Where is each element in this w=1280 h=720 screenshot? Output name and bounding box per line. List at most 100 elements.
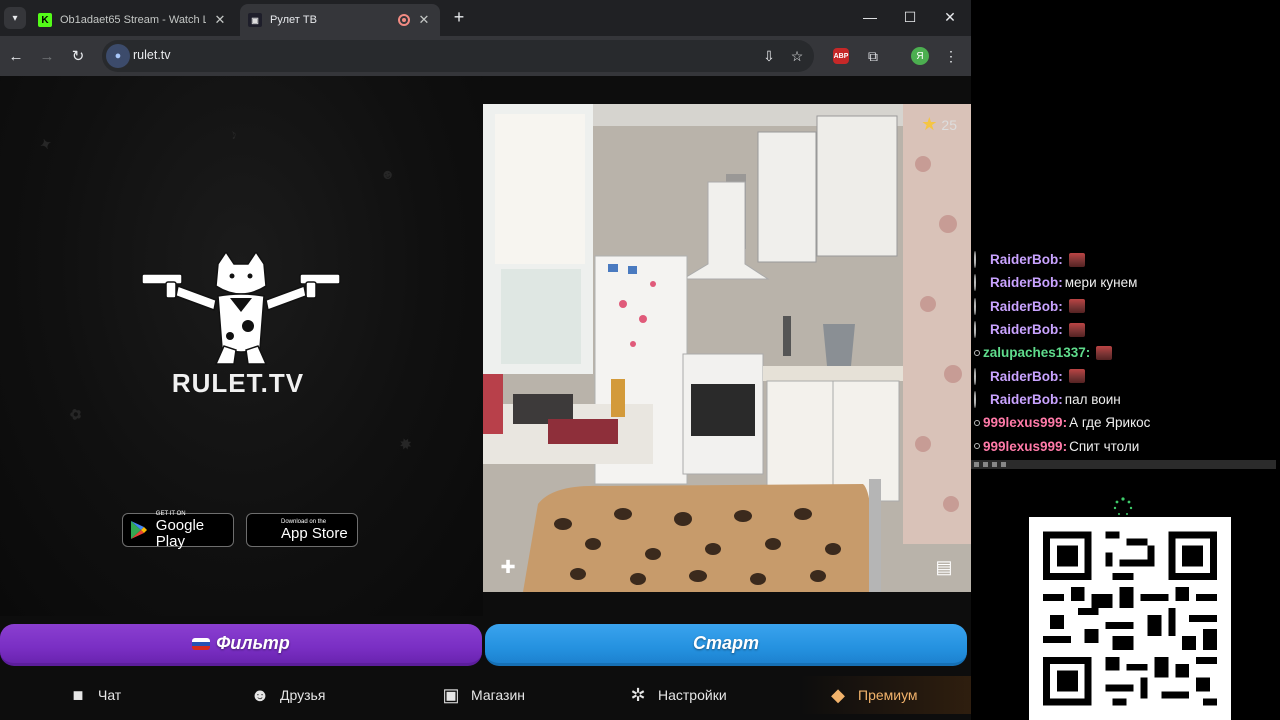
back-icon[interactable]: ←: [5, 45, 27, 67]
chat-message: RaiderBob:: [974, 295, 1274, 318]
strip-icon: [992, 462, 997, 467]
tab-search-button[interactable]: ▾: [4, 7, 26, 29]
new-tab-button[interactable]: +: [450, 8, 468, 26]
chat-message: RaiderBob:: [974, 318, 1274, 341]
emote-icon: [1068, 252, 1085, 267]
close-tab-icon[interactable]: ✕: [212, 12, 228, 28]
chat-username: zalupaches1337:: [983, 345, 1091, 361]
cat-with-guns-logo: [141, 252, 341, 365]
chat-badge-icon: [974, 251, 976, 269]
forward-icon[interactable]: →: [36, 45, 58, 67]
close-window-icon[interactable]: ✕: [938, 6, 962, 28]
chat-message: zalupaches1337:: [974, 341, 1274, 364]
browser-window: ▾ K Ob1adaet65 Stream - Watch Li ✕ ▣ Рул…: [0, 0, 971, 720]
nav-premium[interactable]: ◆ Премиум: [800, 676, 971, 714]
filter-button[interactable]: Фильтр: [0, 624, 482, 666]
address-bar[interactable]: ● rulet.tv ⇩ ☆: [102, 40, 814, 72]
qr-code: [1029, 517, 1231, 720]
chat-badge-icon: [974, 321, 976, 339]
tab-bar: ▾ K Ob1adaet65 Stream - Watch Li ✕ ▣ Рул…: [0, 0, 971, 36]
maximize-icon[interactable]: ☐: [898, 6, 922, 28]
friends-icon: ☻: [250, 684, 270, 705]
chat-username: 999lexus999:: [983, 438, 1068, 454]
strip-icon: [983, 462, 988, 467]
premium-tag-icon: ◆: [831, 684, 845, 705]
store-name: Google Play: [155, 516, 205, 550]
nav-shop[interactable]: ▣ Магазин: [441, 676, 525, 714]
strip-icon: [974, 462, 979, 467]
background-doodle: ✦: [37, 134, 54, 154]
chat-badge-icon: [974, 367, 976, 385]
chat-message: RaiderBob:: [974, 364, 1274, 387]
chat-badge-icon: [974, 274, 976, 292]
bottom-navigation: ■ Чат ☻ Друзья ▣ Магазин ✲ Настройки ◆ П…: [0, 676, 971, 714]
partner-video-feed: ★ 25 ✚ ▤: [483, 104, 971, 592]
chat-message: RaiderBob:: [974, 248, 1274, 271]
tab-kick-stream[interactable]: K Ob1adaet65 Stream - Watch Li ✕: [30, 4, 236, 36]
star-count: 25: [941, 116, 957, 133]
extensions-puzzle-icon[interactable]: ⧉: [862, 45, 884, 67]
chat-message: RaiderBob: пал воин: [974, 388, 1274, 411]
google-play-icon: [129, 519, 150, 541]
tab-title: Рулет ТВ: [270, 14, 317, 26]
browser-toolbar: ← → ↻ ● rulet.tv ⇩ ☆ ABP ⧉ Я ⋮: [0, 36, 971, 76]
close-tab-icon[interactable]: ✕: [416, 12, 432, 28]
chat-icon: ■: [72, 684, 84, 705]
app-store-button[interactable]: Download on the App Store: [246, 513, 358, 547]
bookmark-star-icon[interactable]: ☆: [786, 45, 808, 67]
hero-panel: ✦ ☻ ✿ ✸ ♪ RULET.TV GET IT ON Google Play…: [0, 76, 483, 616]
menu-kebab-icon[interactable]: ⋮: [940, 45, 962, 67]
kitchen-camera-image: [483, 104, 971, 592]
loading-spinner-icon: [1113, 497, 1133, 515]
rulet-icon: ▣: [248, 13, 262, 27]
chat-badge-icon: [974, 390, 976, 408]
reload-icon[interactable]: ↻: [67, 45, 89, 67]
background-doodle: ✸: [397, 434, 414, 454]
chat-username: RaiderBob:: [990, 252, 1063, 268]
filter-label: Фильтр: [216, 633, 290, 653]
chat-username: RaiderBob:: [990, 322, 1063, 338]
start-button[interactable]: Старт: [485, 624, 967, 666]
chat-text: пал воин: [1064, 391, 1121, 407]
url-text: rulet.tv: [133, 48, 171, 62]
chat-username: 999lexus999:: [983, 415, 1068, 431]
kick-icon: K: [38, 13, 52, 27]
russia-flag-icon: [192, 637, 211, 650]
start-label: Старт: [692, 633, 759, 653]
emote-icon: [1068, 369, 1085, 384]
minimize-icon[interactable]: —: [858, 6, 882, 28]
profile-avatar[interactable]: Я: [911, 47, 929, 65]
nav-friends[interactable]: ☻ Друзья: [250, 676, 326, 714]
chat-username: RaiderBob:: [990, 368, 1063, 384]
stream-chat: RaiderBob: RaiderBob: мери кунем RaiderB…: [974, 248, 1274, 458]
apple-icon: [253, 519, 275, 541]
chat-badge-icon: [974, 297, 976, 315]
star-icon: ★: [921, 114, 938, 134]
gift-icon[interactable]: ▤: [929, 552, 959, 582]
google-play-button[interactable]: GET IT ON Google Play: [122, 511, 234, 550]
tab-rulet-tv[interactable]: ▣ Рулет ТВ ✕: [240, 4, 440, 36]
logo-wordmark: RULET.TV: [171, 368, 305, 398]
chat-username: RaiderBob:: [990, 298, 1063, 314]
chat-input-strip: [971, 460, 1276, 469]
background-doodle: ☻: [377, 163, 398, 185]
gamepad-icon[interactable]: ✚: [493, 552, 523, 582]
chat-message: 999lexus999: А где Ярикос: [974, 411, 1274, 434]
shop-icon: ▣: [442, 684, 460, 705]
chat-username: RaiderBob:: [990, 275, 1063, 291]
rulet-page: ✦ ☻ ✿ ✸ ♪ RULET.TV GET IT ON Google Play…: [0, 76, 971, 720]
strip-icon: [1001, 462, 1006, 467]
nav-chat[interactable]: ■ Чат: [68, 676, 122, 714]
site-camera-icon[interactable]: ●: [106, 44, 130, 68]
chat-text: мери кунем: [1064, 275, 1138, 291]
nav-settings[interactable]: ✲ Настройки: [628, 676, 726, 714]
settings-icon: ✲: [630, 684, 646, 705]
background-doodle: ✿: [67, 404, 84, 424]
adblock-extension-icon[interactable]: ABP: [833, 48, 849, 64]
emote-icon: [1068, 299, 1085, 314]
emote-icon: [1068, 322, 1085, 337]
install-app-icon[interactable]: ⇩: [758, 45, 780, 67]
chat-badge-icon: [974, 349, 980, 356]
chat-badge-icon: [974, 443, 980, 450]
star-counter: ★ 25: [921, 114, 957, 135]
